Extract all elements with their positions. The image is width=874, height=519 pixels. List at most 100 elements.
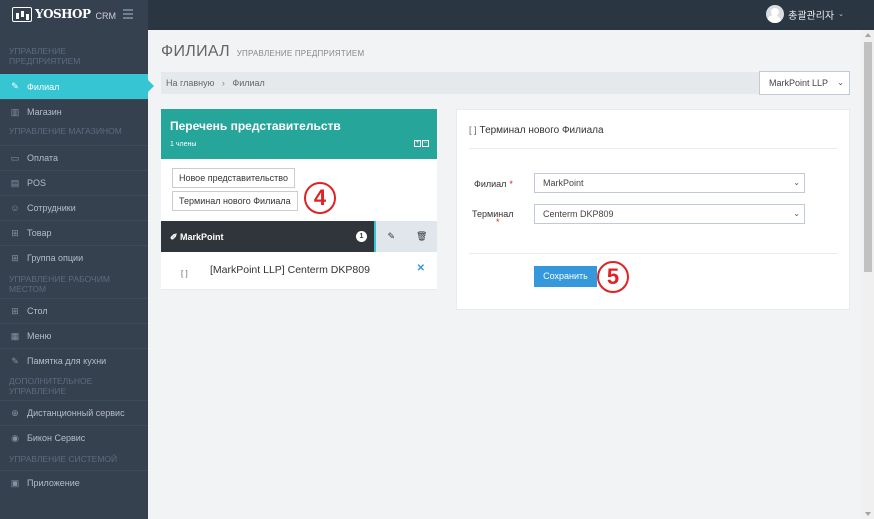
- breadcrumb: На главную › Филиал: [166, 78, 265, 88]
- edit-icon[interactable]: ✎: [376, 221, 407, 252]
- sidebar-item-label: Товар: [27, 228, 52, 238]
- sidebar-item-pos[interactable]: ▤ POS: [0, 170, 148, 195]
- cart-options-icon: ⊞: [11, 252, 19, 263]
- representative-actions: ✎ 🗑: [374, 221, 437, 252]
- sidebar-item-payment[interactable]: ▭ Оплата: [0, 145, 148, 170]
- branch-label: Филиал *: [474, 179, 513, 189]
- branch-select[interactable]: MarkPoint ⌄: [534, 173, 805, 193]
- new-representative-button[interactable]: Новое представительство: [172, 168, 295, 188]
- collapse-all-icon[interactable]: −: [422, 140, 429, 147]
- hamburger-menu-icon[interactable]: [123, 9, 133, 19]
- sidebar-item-label: Памятка для кухни: [27, 356, 107, 366]
- user-menu[interactable]: 총괄관리자 ⌄: [766, 5, 844, 23]
- sidebar-item-label: Сотрудники: [27, 203, 76, 213]
- sidebar-item-menu[interactable]: ▦ Меню: [0, 323, 148, 348]
- page-subtitle: УПРАВЛЕНИЕ ПРЕДПРИЯТИЕМ: [236, 49, 365, 58]
- terminal-label-text: Терминал: [472, 209, 514, 219]
- page-title-text: ФИЛИАЛ: [161, 43, 230, 60]
- terminal-icon: [ ]: [181, 269, 188, 278]
- logo-mark-icon: [12, 7, 32, 22]
- logo-name: YOSHOP: [35, 7, 91, 21]
- sidebar-item-label: Магазин: [27, 107, 62, 117]
- cart-icon: ⊞: [11, 227, 19, 238]
- sidebar-section-heading: УПРАВЛЕНИЕ МАГАЗИНОМ: [9, 126, 122, 136]
- sidebar-section-heading: УПРАВЛЕНИЕ СИСТЕМОЙ: [9, 454, 118, 464]
- sidebar-item-application[interactable]: ▣ Приложение: [0, 470, 148, 495]
- page-title: ФИЛИАЛ УПРАВЛЕНИЕ ПРЕДПРИЯТИЕМ: [161, 43, 364, 61]
- logo-suffix: CRM: [95, 11, 117, 21]
- avatar: [766, 5, 785, 23]
- scroll-thumb[interactable]: [864, 42, 872, 272]
- trash-icon[interactable]: 🗑: [407, 221, 438, 252]
- sidebar-section-heading: ДОПОЛНИТЕЛЬНОЕ УПРАВЛЕНИЕ: [9, 376, 93, 396]
- edit-icon: ✎: [11, 81, 19, 91]
- sidebar-item-option-groups[interactable]: ⊞ Группа опции: [0, 245, 148, 270]
- sidebar-item-label: Стол: [27, 306, 48, 316]
- store-icon: ▥: [10, 106, 20, 117]
- representative-name-text: MarkPoint: [180, 232, 224, 242]
- terminal-select[interactable]: Centerm DKP809 ⌄: [534, 204, 805, 224]
- credit-card-icon: ▭: [10, 152, 20, 163]
- grid-icon: ⊞: [11, 305, 19, 316]
- terminal-icon: [ ]: [469, 125, 477, 135]
- sidebar-item-store[interactable]: ▥ Магазин: [0, 99, 148, 124]
- save-button[interactable]: Сохранить: [534, 266, 597, 287]
- page-scrollbar[interactable]: [862, 30, 874, 519]
- new-terminal-form-panel: [ ] Терминал нового Филиала Филиал * MarkP…: [456, 109, 850, 310]
- sidebar-item-tables[interactable]: ⊞ Стол: [0, 298, 148, 323]
- top-navbar: YOSHOP CRM 총괄관리자 ⌄: [0, 0, 874, 30]
- sidebar-item-kitchen-note[interactable]: ✎ Памятка для кухни: [0, 348, 148, 373]
- scroll-up-icon[interactable]: [865, 33, 871, 37]
- user-name: 총괄관리자: [788, 10, 835, 22]
- menu-book-icon: ▦: [10, 330, 20, 341]
- pos-icon: ▤: [10, 177, 20, 188]
- representative-row[interactable]: ✐ MarkPoint 1 ✎ 🗑: [161, 221, 437, 252]
- terminal-select-value: Centerm DKP809: [543, 209, 614, 219]
- remove-terminal-icon[interactable]: ✕: [417, 263, 425, 274]
- chevron-right-icon: ›: [221, 78, 225, 88]
- members-count: 1 члены: [170, 141, 197, 148]
- panel-tools: + −: [414, 140, 429, 147]
- branch-label-text: Филиал: [474, 179, 507, 189]
- form-title: [ ] Терминал нового Филиала: [469, 125, 604, 136]
- sidebar-section-heading: УПРАВЛЕНИЕ ПРЕДПРИЯТИЕМ: [9, 46, 81, 66]
- expand-all-icon[interactable]: +: [414, 140, 421, 147]
- scroll-down-icon[interactable]: [865, 512, 871, 516]
- step-number-badge: 5: [597, 261, 629, 293]
- terminal-row[interactable]: [ ] [MarkPoint LLP] Centerm DKP809 ✕: [161, 252, 437, 290]
- sidebar-item-label: POS: [27, 178, 47, 188]
- sidebar: УПРАВЛЕНИЕ ПРЕДПРИЯТИЕМ ✎ Филиал ▥ Магаз…: [0, 30, 154, 519]
- required-mark: *: [509, 179, 513, 189]
- sidebar-item-employees[interactable]: ☺ Сотрудники: [0, 195, 148, 220]
- sidebar-item-label: Меню: [27, 331, 52, 341]
- users-icon: ☺: [10, 203, 20, 213]
- brand-area: YOSHOP CRM: [0, 0, 148, 30]
- chevron-down-icon: ⌄: [838, 11, 844, 18]
- sidebar-item-label: Приложение: [27, 478, 80, 488]
- sidebar-item-beacon-service[interactable]: ◉ Бикон Сервис: [0, 425, 148, 450]
- sidebar-item-branch[interactable]: ✎ Филиал: [0, 74, 154, 99]
- divider: [469, 253, 837, 254]
- note-icon: ✎: [11, 355, 19, 366]
- globe-icon: ⊕: [11, 407, 19, 418]
- app-icon: ▣: [10, 477, 20, 488]
- terminal-name: [MarkPoint LLP] Centerm DKP809: [210, 264, 370, 276]
- new-branch-terminal-button[interactable]: Терминал нового Филиала: [172, 191, 298, 211]
- sidebar-item-label: Оплата: [27, 153, 58, 163]
- sidebar-item-label: Дистанционный сервис: [27, 408, 125, 418]
- company-select[interactable]: MarkPoint LLP ⌄: [759, 71, 850, 95]
- sidebar-item-label: Группа опции: [27, 253, 84, 263]
- divider: [469, 148, 837, 149]
- breadcrumb-bar: На главную › Филиал MarkPoint LLP ⌄: [161, 71, 850, 95]
- logo[interactable]: YOSHOP CRM: [12, 7, 116, 22]
- sidebar-item-products[interactable]: ⊞ Товар: [0, 220, 148, 245]
- breadcrumb-home-link[interactable]: На главную: [166, 78, 214, 88]
- chevron-down-icon: ⌄: [837, 78, 844, 87]
- chevron-down-icon: ⌄: [793, 178, 800, 187]
- sidebar-section-heading: УПРАВЛЕНИЕ РАБОЧИМ МЕСТОМ: [9, 274, 110, 294]
- representative-name: ✐ MarkPoint: [170, 232, 224, 242]
- terminal-label: Терминал *: [472, 209, 514, 227]
- sidebar-item-label: Бикон Сервис: [27, 433, 86, 443]
- sidebar-item-label: Филиал: [27, 81, 60, 92]
- sidebar-item-remote-service[interactable]: ⊕ Дистанционный сервис: [0, 400, 148, 425]
